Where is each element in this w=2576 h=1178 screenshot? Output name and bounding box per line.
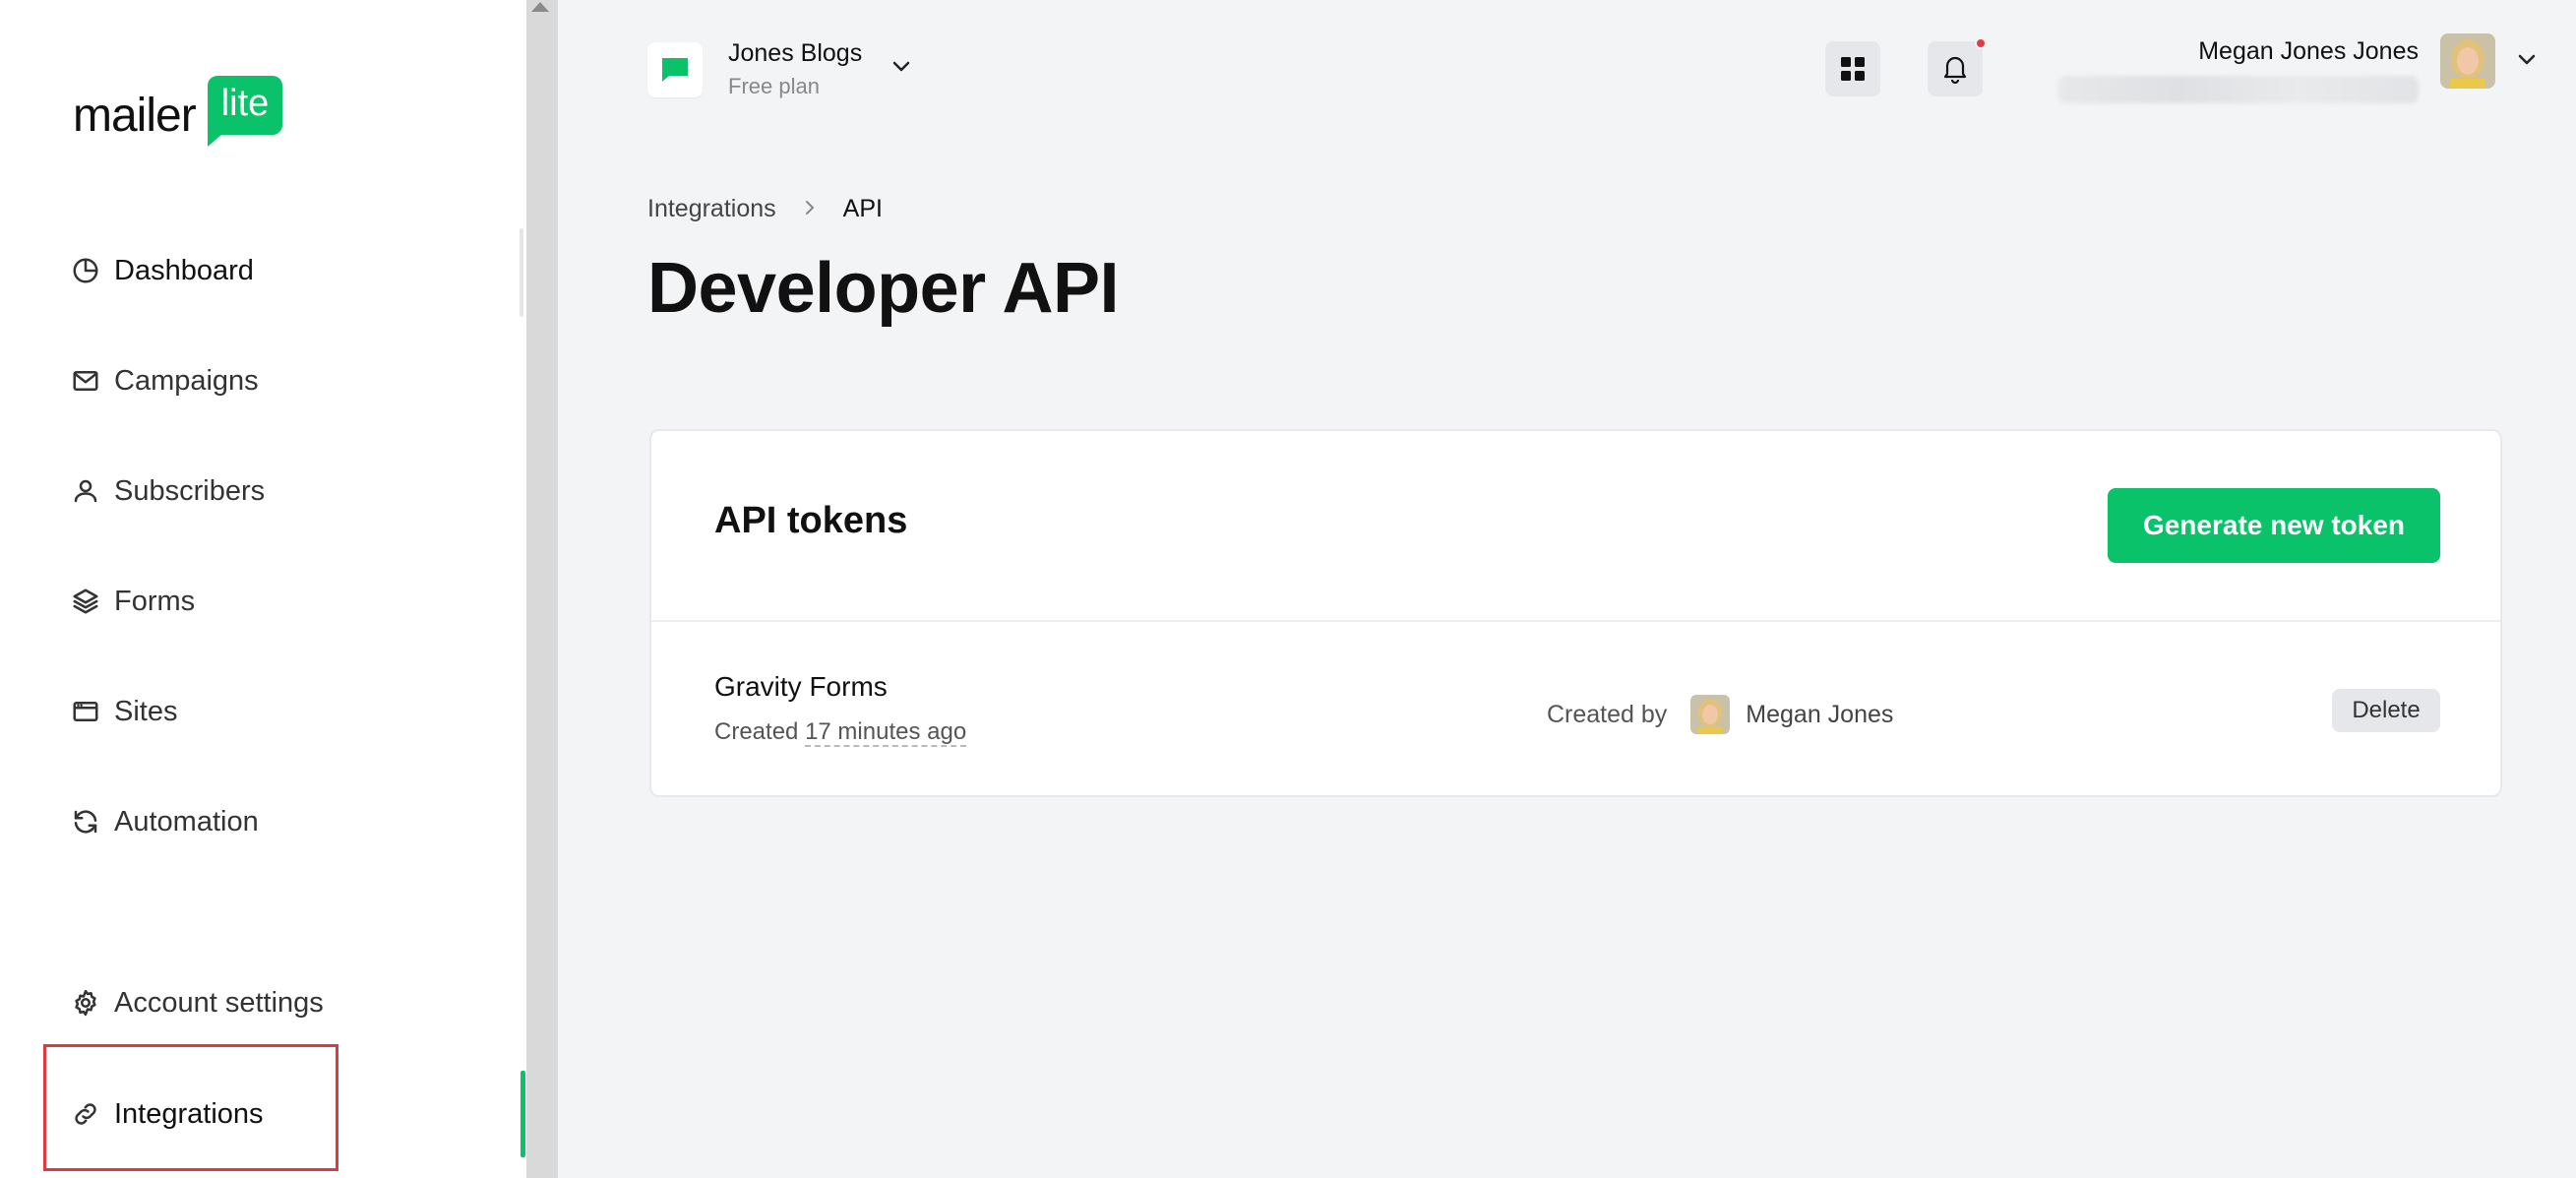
workspace-logo [647, 41, 703, 97]
page-title: Developer API [647, 249, 1120, 328]
notifications-button[interactable] [1928, 37, 1987, 96]
envelope-icon [59, 361, 114, 401]
sidebar-item-subscribers[interactable]: Subscribers [59, 457, 265, 526]
scroll-up-arrow-icon[interactable] [531, 2, 549, 12]
sidebar-item-label: Automation [114, 805, 259, 837]
generate-new-token-button[interactable]: Generate new token [2108, 488, 2440, 563]
delete-token-button[interactable]: Delete [2332, 689, 2440, 732]
created-prefix: Created [714, 718, 799, 745]
grid-icon [1841, 57, 1865, 81]
sidebar: mailer lite Dashboard Campaigns Subscrib… [0, 0, 526, 1178]
mailerlite-logo[interactable]: mailer lite [73, 71, 283, 147]
sidebar-item-account-settings[interactable]: Account settings [59, 968, 324, 1037]
refresh-icon [59, 802, 114, 841]
user-menu[interactable]: Megan Jones Jones [2058, 33, 2537, 103]
sidebar-scroll-thumb [520, 228, 523, 317]
created-by: Created by Megan Jones [1547, 695, 1893, 734]
api-tokens-card: API tokens Generate new token Gravity Fo… [649, 429, 2502, 797]
sidebar-item-label: Dashboard [114, 254, 254, 286]
created-by-label: Created by [1547, 700, 1668, 728]
breadcrumb: Integrations API [647, 195, 883, 223]
notification-dot [1975, 37, 1987, 49]
token-created: Created 17 minutes ago [714, 718, 967, 747]
gear-icon [59, 983, 114, 1023]
scrollbar[interactable] [526, 0, 558, 1178]
apps-grid-button[interactable] [1825, 41, 1880, 96]
pie-chart-icon [59, 251, 114, 290]
sidebar-item-label: Subscribers [114, 474, 266, 507]
card-title: API tokens [714, 500, 908, 541]
sidebar-item-dashboard[interactable]: Dashboard [59, 236, 254, 305]
chevron-down-icon [892, 61, 910, 71]
avatar [2440, 33, 2495, 89]
workspace-name: Jones Blogs [728, 39, 863, 67]
avatar [1690, 695, 1731, 734]
workspace-plan: Free plan [728, 74, 820, 98]
sidebar-item-label: Campaigns [114, 364, 259, 397]
sidebar-item-sites[interactable]: Sites [59, 677, 177, 746]
user-icon [59, 471, 114, 511]
breadcrumb-current: API [842, 195, 883, 222]
highlight-box [43, 1044, 338, 1171]
user-email-redacted [2058, 76, 2419, 103]
user-name: Megan Jones Jones [2198, 37, 2419, 65]
token-name: Gravity Forms [714, 671, 888, 702]
logo-badge: lite [207, 76, 283, 147]
bell-icon [1943, 56, 1967, 84]
active-indicator [521, 1071, 525, 1157]
sidebar-item-automation[interactable]: Automation [59, 787, 259, 856]
breadcrumb-integrations-link[interactable]: Integrations [647, 195, 776, 223]
chevron-down-icon [2518, 54, 2536, 65]
layers-icon [59, 582, 114, 621]
sidebar-item-campaigns[interactable]: Campaigns [59, 346, 259, 415]
logo-text: mailer [73, 89, 197, 142]
chevron-right-icon [804, 195, 816, 223]
browser-window-icon [59, 692, 114, 731]
sidebar-item-label: Account settings [114, 986, 324, 1019]
created-by-name: Megan Jones [1746, 700, 1894, 728]
chat-bubble-icon [662, 57, 688, 82]
sidebar-item-label: Forms [114, 585, 196, 617]
workspace-switcher[interactable]: Jones Blogs Free plan [647, 39, 911, 99]
created-time[interactable]: 17 minutes ago [805, 718, 967, 747]
sidebar-item-forms[interactable]: Forms [59, 567, 195, 636]
card-header: API tokens Generate new token [651, 431, 2500, 622]
sidebar-item-label: Sites [114, 695, 178, 727]
